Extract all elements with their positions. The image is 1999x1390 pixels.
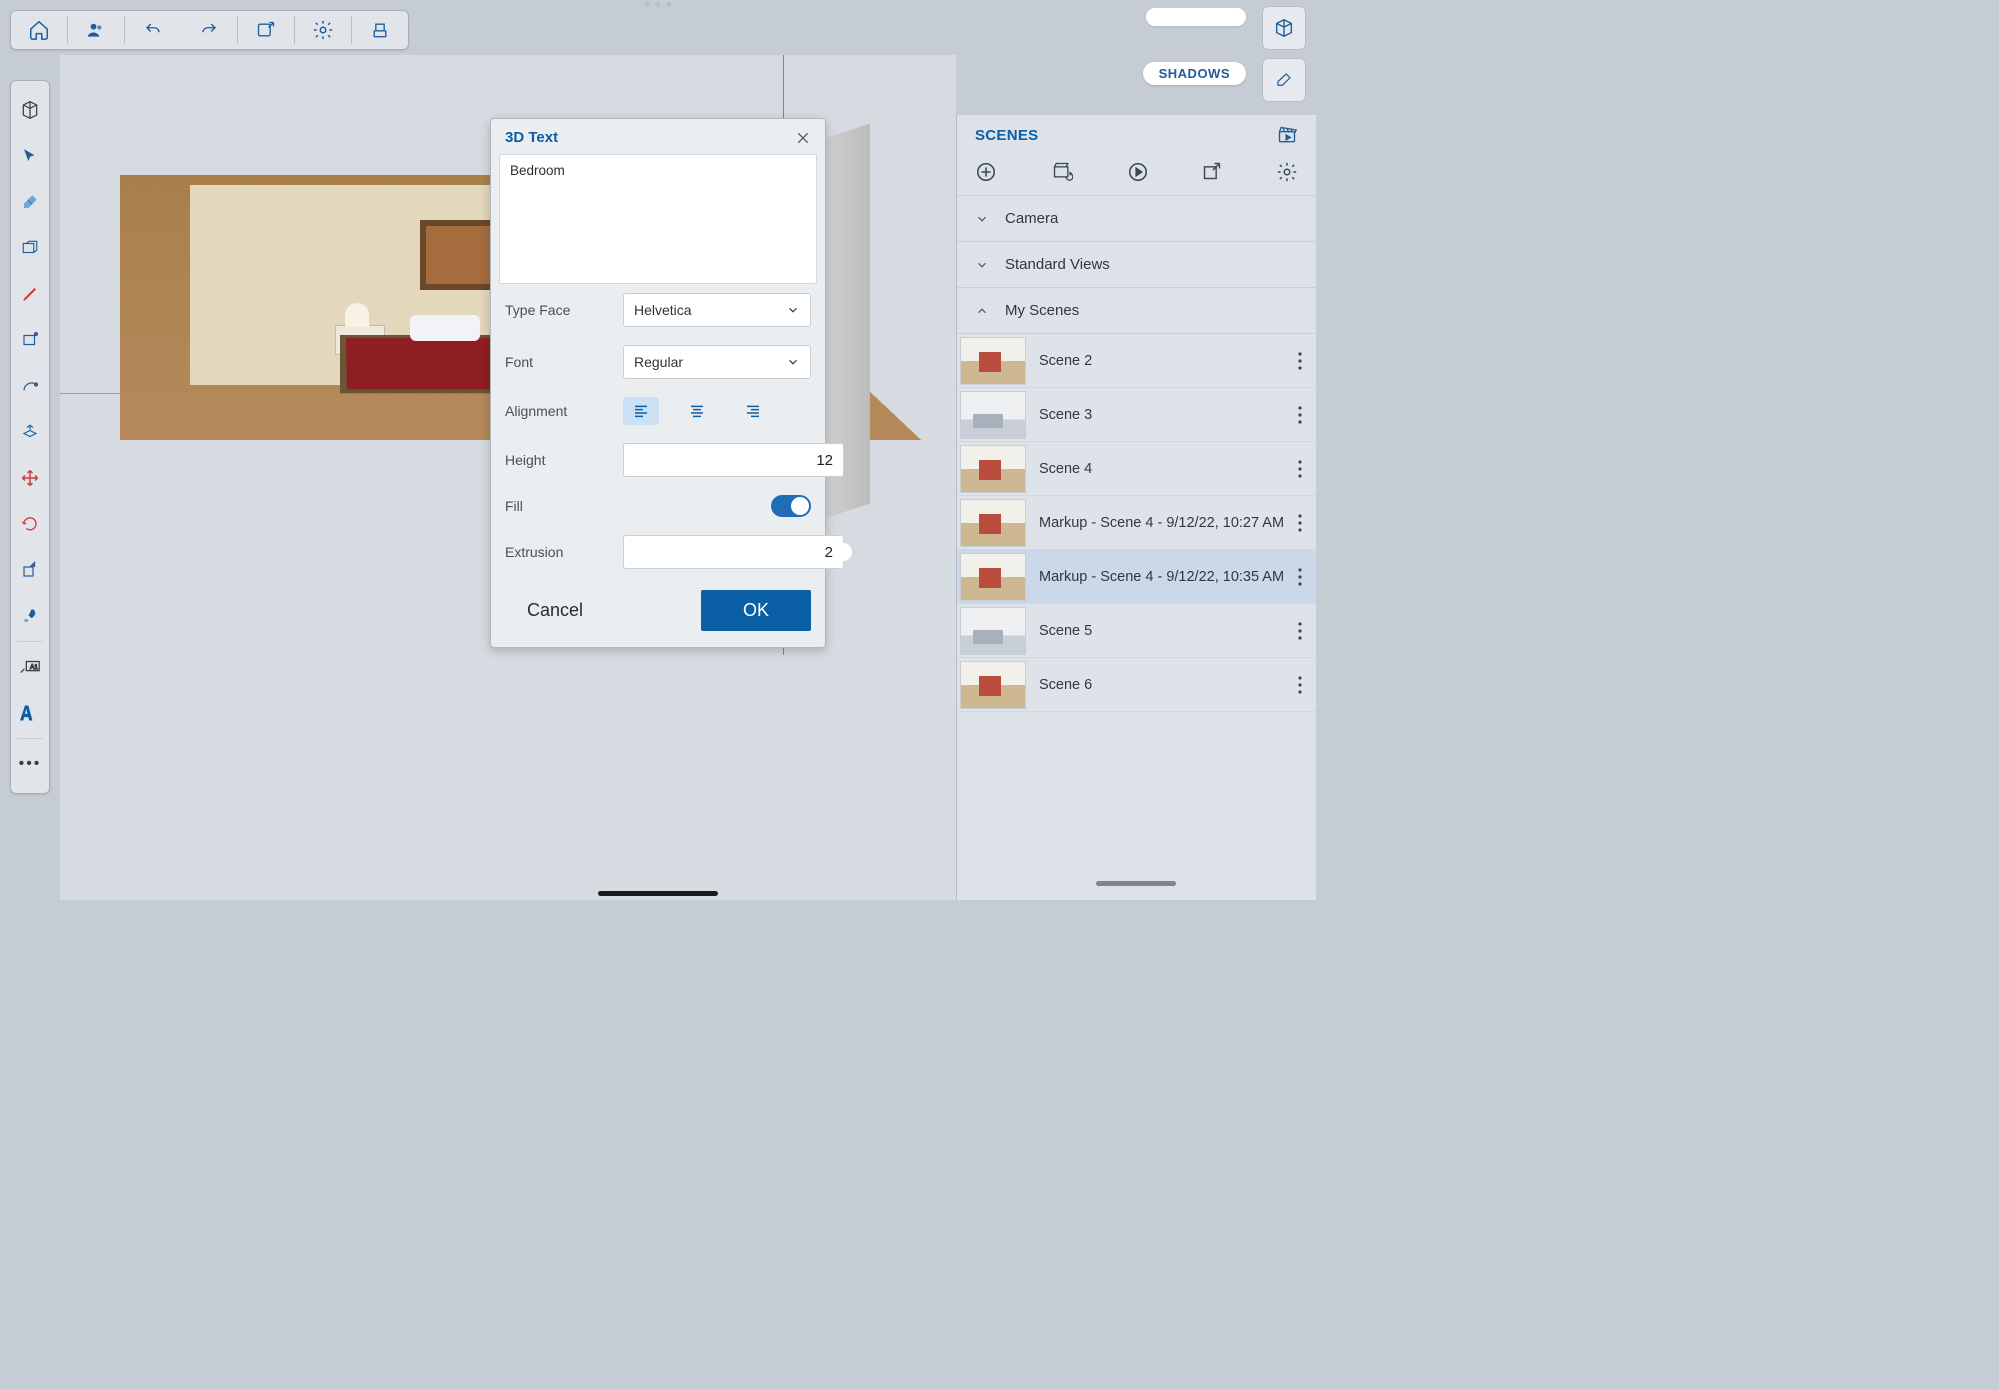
font-label: Font — [505, 354, 623, 370]
standard-views-section[interactable]: Standard Views — [957, 242, 1316, 288]
chevron-down-icon — [786, 355, 800, 369]
undo-button[interactable] — [125, 11, 181, 49]
scene-thumbnail — [960, 607, 1026, 655]
rectangle-tool-icon[interactable] — [11, 317, 49, 363]
update-scene-icon[interactable] — [1051, 161, 1073, 183]
scene-label: Scene 6 — [1029, 677, 1288, 693]
import-button[interactable] — [238, 11, 294, 49]
scene-row[interactable]: Scene 4 — [957, 442, 1316, 496]
rotate-tool-icon[interactable] — [11, 501, 49, 547]
cube-tool-icon[interactable] — [11, 87, 49, 133]
more-tools-icon[interactable]: ••• — [11, 741, 49, 787]
add-scene-icon[interactable] — [975, 161, 997, 183]
clapper-icon[interactable] — [1276, 125, 1298, 145]
3d-text-tool-icon[interactable] — [11, 690, 49, 736]
height-label: Height — [505, 452, 623, 468]
home-button[interactable] — [11, 11, 67, 49]
extrusion-label: Extrusion — [505, 544, 623, 560]
typeface-label: Type Face — [505, 302, 623, 318]
scene-thumbnail — [960, 661, 1026, 709]
alignment-label: Alignment — [505, 403, 623, 419]
align-center-button[interactable] — [679, 397, 715, 425]
pushpull-tool-icon[interactable] — [11, 409, 49, 455]
scenes-settings-icon[interactable] — [1276, 161, 1298, 183]
scene-row[interactable]: Markup - Scene 4 - 9/12/22, 10:27 AM — [957, 496, 1316, 550]
scene-row[interactable]: Scene 3 — [957, 388, 1316, 442]
scene-row[interactable]: Scene 2 — [957, 334, 1316, 388]
chevron-up-icon — [975, 304, 991, 318]
chevron-down-icon — [975, 258, 991, 272]
shadows-toggle[interactable]: SHADOWS — [1143, 62, 1246, 85]
chevron-down-icon — [786, 303, 800, 317]
height-input[interactable] — [623, 443, 844, 477]
scene-thumbnail — [960, 553, 1026, 601]
people-button[interactable] — [68, 11, 124, 49]
eraser-tool-icon[interactable] — [11, 179, 49, 225]
more-icon[interactable] — [1288, 352, 1312, 370]
scene-label: Markup - Scene 4 - 9/12/22, 10:35 AM — [1029, 569, 1288, 585]
pencil-tool-icon[interactable] — [11, 271, 49, 317]
text-input[interactable]: Bedroom — [499, 154, 817, 284]
arc-tool-icon[interactable] — [11, 363, 49, 409]
scene-label: Markup - Scene 4 - 9/12/22, 10:27 AM — [1029, 515, 1288, 531]
scene-label: Scene 5 — [1029, 623, 1288, 639]
fill-label: Fill — [505, 498, 623, 514]
more-icon[interactable] — [1288, 406, 1312, 424]
more-icon[interactable] — [1288, 460, 1312, 478]
scene-label: Scene 3 — [1029, 407, 1288, 423]
printer-button[interactable] — [352, 11, 408, 49]
move-tool-icon[interactable] — [11, 455, 49, 501]
more-icon[interactable] — [1288, 622, 1312, 640]
3d-text-dialog: 3D Text Bedroom Type Face Helvetica Font… — [490, 118, 826, 648]
top-toolbar — [10, 10, 409, 50]
eraser-panel-icon[interactable] — [1262, 58, 1306, 102]
dialog-title: 3D Text — [505, 129, 558, 146]
more-icon[interactable] — [1288, 568, 1312, 586]
scene-label: Scene 2 — [1029, 353, 1288, 369]
paint-tool-icon[interactable] — [11, 593, 49, 639]
play-icon[interactable] — [1127, 161, 1149, 183]
svg-text:A1: A1 — [30, 664, 38, 671]
more-icon[interactable] — [1288, 514, 1312, 532]
dimension-tool-icon[interactable]: A1 — [11, 644, 49, 690]
scale-tool-icon[interactable] — [11, 547, 49, 593]
redo-button[interactable] — [181, 11, 237, 49]
extrusion-input[interactable] — [623, 535, 844, 569]
export-icon[interactable] — [1202, 161, 1222, 183]
materials-button[interactable] — [1146, 8, 1246, 26]
chevron-down-icon — [975, 212, 991, 226]
ok-button[interactable]: OK — [701, 590, 811, 631]
fill-toggle[interactable] — [771, 495, 811, 517]
scene-thumbnail — [960, 391, 1026, 439]
scene-row[interactable]: Scene 5 — [957, 604, 1316, 658]
scene-thumbnail — [960, 445, 1026, 493]
scene-row[interactable]: Scene 6 — [957, 658, 1316, 712]
select-tool-icon[interactable] — [11, 133, 49, 179]
shape-tool-icon[interactable] — [11, 225, 49, 271]
typeface-select[interactable]: Helvetica — [623, 293, 811, 327]
font-select[interactable]: Regular — [623, 345, 811, 379]
scene-thumbnail — [960, 337, 1026, 385]
close-icon[interactable] — [795, 130, 811, 146]
scenes-title: SCENES — [975, 127, 1039, 144]
align-right-button[interactable] — [735, 397, 771, 425]
left-toolbar: A1 ••• — [10, 80, 50, 794]
scene-thumbnail — [960, 499, 1026, 547]
scenes-panel: SCENES Camera Standard Views My Scenes S… — [956, 115, 1316, 900]
camera-section[interactable]: Camera — [957, 196, 1316, 242]
cube-panel-icon[interactable] — [1262, 6, 1306, 50]
scene-row[interactable]: Markup - Scene 4 - 9/12/22, 10:35 AM — [957, 550, 1316, 604]
align-left-button[interactable] — [623, 397, 659, 425]
settings-button[interactable] — [295, 11, 351, 49]
more-icon[interactable] — [1288, 676, 1312, 694]
cancel-button[interactable]: Cancel — [505, 590, 605, 631]
scene-label: Scene 4 — [1029, 461, 1288, 477]
my-scenes-section[interactable]: My Scenes — [957, 288, 1316, 334]
